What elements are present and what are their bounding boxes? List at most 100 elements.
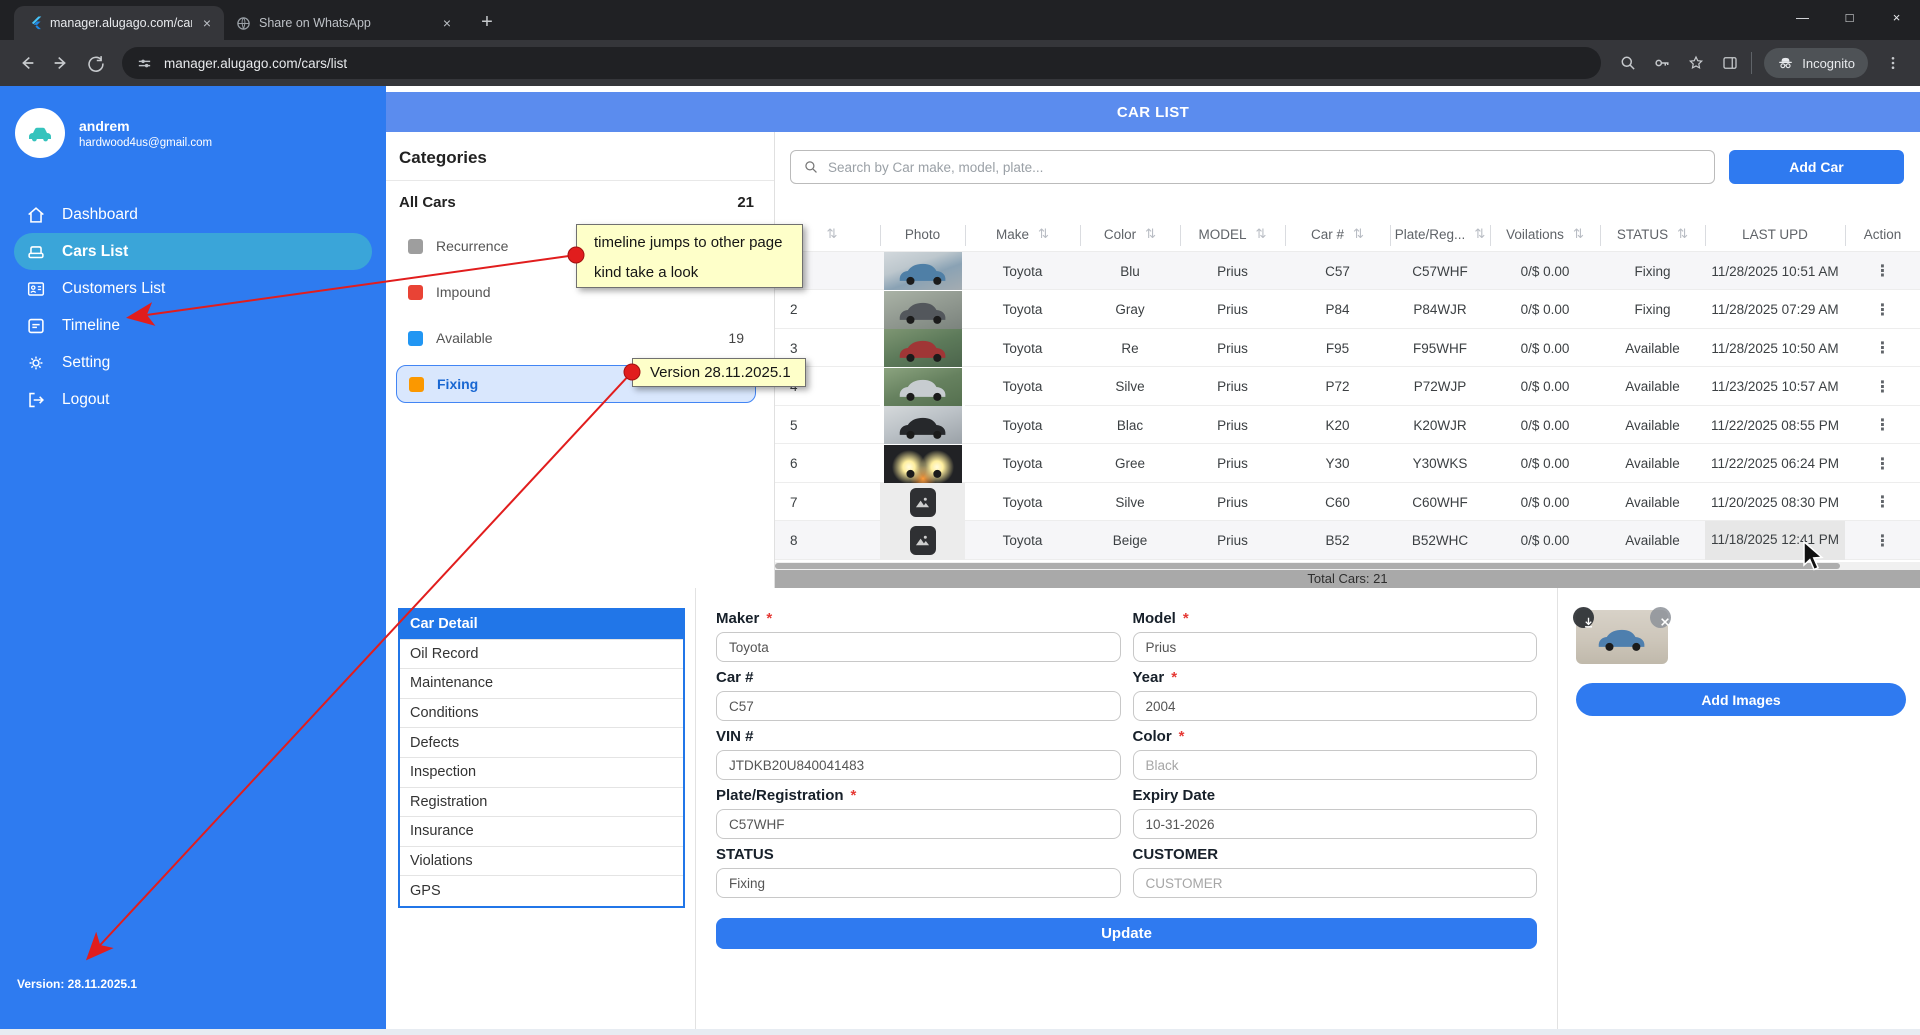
table-row[interactable]: 6 Toyota Gree Prius Y30 Y30WKS 0/$ 0.00 … [775,444,1920,483]
download-image-icon[interactable] [1573,607,1594,628]
sort-icon[interactable]: ⇅ [1353,226,1364,242]
field-input[interactable] [1133,691,1538,721]
add-car-button[interactable]: Add Car [1729,150,1904,184]
row-actions-menu-icon[interactable]: ⋮ [1845,492,1920,512]
minimize-button[interactable]: — [1779,0,1826,34]
table-row[interactable]: 3 Toyota Re Prius F95 F95WHF 0/$ 0.00 Av… [775,329,1920,368]
detail-menu-item[interactable]: Inspection [400,758,683,788]
column-header[interactable]: MODEL ⇅ [1180,218,1285,251]
address-bar[interactable]: manager.alugago.com/cars/list [122,47,1601,79]
field-input[interactable] [1133,868,1538,898]
car-photo-thumbnail[interactable] [884,445,962,483]
sort-icon[interactable]: ⇅ [1038,226,1049,242]
zoom-icon[interactable] [1611,46,1645,80]
sort-icon[interactable]: ⇅ [1145,226,1156,242]
table-row[interactable]: 2 Toyota Gray Prius P84 P84WJR 0/$ 0.00 … [775,290,1920,329]
photo-cell[interactable] [880,252,965,291]
tab-close-icon[interactable]: × [440,15,454,31]
car-photo-thumbnail[interactable] [884,291,962,329]
field-input[interactable] [1133,750,1538,780]
row-actions-menu-icon[interactable]: ⋮ [1845,377,1920,397]
forward-button[interactable] [44,46,78,80]
sort-icon[interactable]: ⇅ [1474,226,1485,242]
bookmark-star-icon[interactable] [1679,46,1713,80]
detail-menu-item[interactable]: Defects [400,728,683,758]
table-row[interactable]: 7 Toyota Silve Prius C60 C60WHF 0/$ 0.00… [775,483,1920,522]
field-input[interactable] [716,809,1121,839]
row-actions-menu-icon[interactable]: ⋮ [1845,531,1920,551]
all-cars-row[interactable]: All Cars 21 [386,181,774,215]
sort-icon[interactable]: ⇅ [1573,226,1584,242]
update-button[interactable]: Update [716,918,1537,949]
sidebar-item[interactable]: Dashboard [0,196,386,233]
detail-menu-item[interactable]: Maintenance [400,669,683,699]
detail-menu-item[interactable]: Oil Record [400,640,683,670]
add-images-button[interactable]: Add Images [1576,683,1906,716]
column-header[interactable]: LAST UPD ⇅ [1705,218,1845,251]
row-actions-menu-icon[interactable]: ⋮ [1845,454,1920,474]
back-button[interactable] [10,46,44,80]
column-header[interactable]: Plate/Reg... ⇅ [1390,218,1490,251]
remove-image-icon[interactable] [1650,607,1671,628]
row-actions-menu-icon[interactable]: ⋮ [1845,415,1920,435]
column-header[interactable]: Photo ⇅ [880,218,965,251]
detail-menu-item[interactable]: Registration [400,788,683,818]
sort-icon[interactable]: ⇅ [1677,226,1688,242]
scrollbar-thumb[interactable] [775,563,1840,569]
photo-cell[interactable] [880,329,965,368]
field-input[interactable] [1133,809,1538,839]
table-row[interactable]: 4 Toyota Silve Prius P72 P72WJP 0/$ 0.00… [775,367,1920,406]
car-photo-thumbnail[interactable] [884,406,962,444]
sidebar-item[interactable]: Logout [0,381,386,418]
column-header[interactable]: Voilations ⇅ [1490,218,1600,251]
field-input[interactable] [716,868,1121,898]
horizontal-scrollbar[interactable] [775,562,1920,570]
sort-icon[interactable]: ⇅ [827,226,838,242]
detail-menu-item[interactable]: Car Detail [400,610,683,640]
browser-tab-active[interactable]: manager.alugago.com/cars/list × [14,6,224,40]
close-window-button[interactable]: × [1873,0,1920,34]
tab-close-icon[interactable]: × [200,15,214,31]
column-header[interactable]: Color ⇅ [1080,218,1180,251]
browser-menu-icon[interactable] [1876,46,1910,80]
car-photo-thumbnail[interactable] [884,368,962,406]
photo-cell[interactable] [880,483,965,522]
photo-cell[interactable] [880,444,965,483]
search-input[interactable] [828,160,1702,175]
search-box[interactable] [790,150,1715,184]
table-row[interactable]: 8 Toyota Beige Prius B52 B52WHC 0/$ 0.00… [775,521,1920,560]
column-header[interactable]: STATUS ⇅ [1600,218,1705,251]
category-row[interactable]: Available 19 [408,315,774,361]
detail-menu-item[interactable]: Insurance [400,817,683,847]
detail-menu-item[interactable]: Violations [400,847,683,877]
password-key-icon[interactable] [1645,46,1679,80]
column-header[interactable]: Make ⇅ [965,218,1080,251]
photo-cell[interactable] [880,406,965,445]
car-photo-thumbnail[interactable] [884,329,962,367]
sidebar-item[interactable]: Setting [0,344,386,381]
field-input[interactable] [716,691,1121,721]
row-actions-menu-icon[interactable]: ⋮ [1845,338,1920,358]
sort-icon[interactable]: ⇅ [1256,226,1267,242]
sidebar-item[interactable]: Cars List [14,233,372,270]
photo-cell[interactable] [880,290,965,329]
table-row[interactable]: 5 Toyota Blac Prius K20 K20WJR 0/$ 0.00 … [775,406,1920,445]
table-row[interactable]: 1 Toyota Blu Prius C57 C57WHF 0/$ 0.00 F… [775,252,1920,291]
site-info-icon[interactable] [136,55,153,72]
photo-cell[interactable] [880,521,965,560]
reload-button[interactable] [78,46,112,80]
field-input[interactable] [716,632,1121,662]
maximize-button[interactable]: □ [1826,0,1873,34]
field-input[interactable] [716,750,1121,780]
row-actions-menu-icon[interactable]: ⋮ [1845,261,1920,281]
column-header[interactable]: Car # ⇅ [1285,218,1390,251]
photo-cell[interactable] [880,367,965,406]
new-tab-button[interactable]: + [474,11,500,34]
row-actions-menu-icon[interactable]: ⋮ [1845,300,1920,320]
car-image-thumbnail[interactable] [1576,610,1668,664]
side-panel-icon[interactable] [1713,46,1747,80]
detail-menu-item[interactable]: Conditions [400,699,683,729]
browser-tab-whatsapp[interactable]: Share on WhatsApp × [224,6,464,40]
detail-menu-item[interactable]: GPS [400,876,683,906]
field-input[interactable] [1133,632,1538,662]
